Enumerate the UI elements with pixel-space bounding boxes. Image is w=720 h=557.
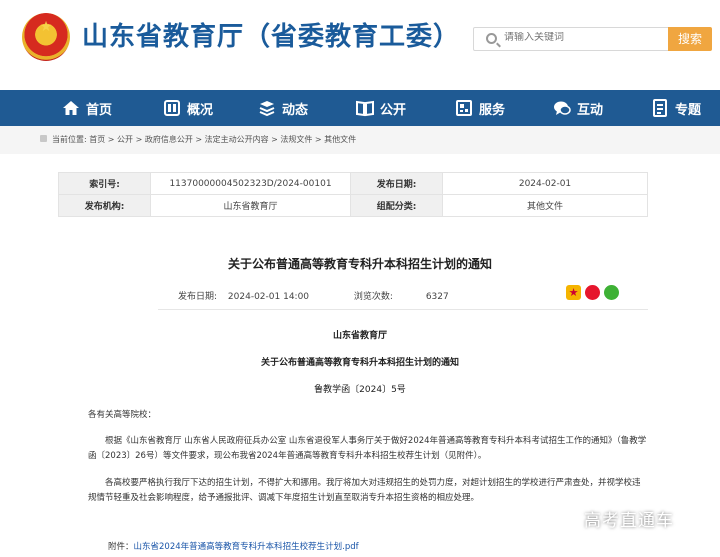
attachment-link[interactable]: 山东省2024年普通高等教育专科升本科招生校荐生计划.pdf	[134, 542, 359, 552]
topic-icon	[651, 99, 669, 117]
nav-item-interact[interactable]: 互动	[553, 90, 603, 126]
divider	[158, 309, 648, 310]
article-title: 关于公布普通高等教育专科升本科招生计划的通知	[227, 257, 492, 271]
attachment: 附件：山东省2024年普通高等教育专科升本科招生校荐生计划.pdf	[108, 540, 359, 552]
nav-item-news[interactable]: 动态	[258, 90, 308, 126]
salutation: 各有关高等院校：	[88, 410, 157, 420]
nav-item-open[interactable]: 公开	[356, 90, 406, 126]
nav-label: 互动	[577, 102, 604, 118]
org-label: 发布机构:	[58, 194, 151, 217]
category-label: 组配分类:	[350, 194, 443, 217]
nav-item-service[interactable]: 服务	[455, 90, 505, 126]
index-label: 索引号:	[58, 172, 151, 195]
publish-value: 2024-02-01 14:00	[227, 292, 310, 302]
breadcrumb[interactable]: 当前位置: 首页 > 公开 > 政府信息公开 > 法定主动公开内容 > 法规文件…	[52, 134, 356, 145]
doc-number: 鲁教学函〔2024〕5号	[314, 385, 406, 395]
wechat-share-icon[interactable]	[604, 285, 619, 300]
open-book-icon	[356, 99, 374, 117]
paragraph-2: 各高校要严格执行我厅下达的招生计划，不得扩大和挪用。我厅将加大对违规招生的处罚力…	[88, 478, 641, 503]
table-row: 发布机构: 山东省教育厅 组配分类: 其他文件	[58, 194, 648, 217]
search-input[interactable]	[504, 32, 654, 43]
nav-label: 专题	[675, 102, 702, 118]
publish-label: 发布日期:	[178, 292, 218, 302]
category-value: 其他文件	[442, 194, 648, 217]
site-header: 山东省教育厅（省委教育工委） 搜索	[0, 0, 720, 90]
search-icon	[486, 33, 497, 44]
attachment-label: 附件：	[108, 542, 134, 552]
issuer: 山东省教育厅	[332, 331, 387, 341]
news-icon	[258, 99, 276, 117]
location-icon	[40, 135, 47, 142]
paragraph-1: 根据《山东省教育厅 山东省人民政府征兵办公室 山东省退役军人事务厅关于做好202…	[88, 436, 647, 461]
info-table: 索引号: 11370000004502323D/2024-00101 发布日期:…	[58, 172, 648, 217]
nav-label: 服务	[479, 102, 506, 118]
national-emblem-icon	[22, 13, 70, 61]
index-value: 11370000004502323D/2024-00101	[150, 172, 351, 195]
chat-icon	[553, 99, 571, 117]
service-icon	[455, 99, 473, 117]
nav-label: 公开	[380, 102, 407, 118]
table-row: 索引号: 11370000004502323D/2024-00101 发布日期:…	[58, 172, 648, 195]
views-label: 浏览次数:	[353, 292, 393, 302]
nav-label: 概况	[187, 102, 214, 118]
search-button[interactable]: 搜索	[668, 27, 712, 51]
date-label: 发布日期:	[350, 172, 443, 195]
nav-item-overview[interactable]: 概况	[163, 90, 213, 126]
views-value: 6327	[425, 292, 449, 302]
site-title[interactable]: 山东省教育厅（省委教育工委）	[82, 16, 460, 53]
nav-label: 动态	[282, 102, 309, 118]
breadcrumb-bar: 当前位置: 首页 > 公开 > 政府信息公开 > 法定主动公开内容 > 法规文件…	[0, 126, 720, 154]
search-box[interactable]	[473, 27, 669, 51]
org-value: 山东省教育厅	[150, 194, 351, 217]
doc-title: 关于公布普通高等教育专科升本科招生计划的通知	[260, 358, 459, 368]
nav-item-topic[interactable]: 专题	[651, 90, 701, 126]
home-icon	[62, 99, 80, 117]
overview-icon	[163, 99, 181, 117]
main-nav: 首页 概况 动态 公开 服务 互动 专题	[0, 90, 720, 126]
date-value: 2024-02-01	[442, 172, 648, 195]
watermark: 高考直通车	[584, 511, 674, 531]
nav-label: 首页	[86, 102, 113, 118]
article-meta: 发布日期: 2024-02-01 14:00 浏览次数: 6327	[178, 289, 449, 302]
weibo-share-icon[interactable]	[585, 285, 600, 300]
nav-item-home[interactable]: 首页	[62, 90, 112, 126]
star-share-icon[interactable]: ★	[566, 285, 581, 300]
